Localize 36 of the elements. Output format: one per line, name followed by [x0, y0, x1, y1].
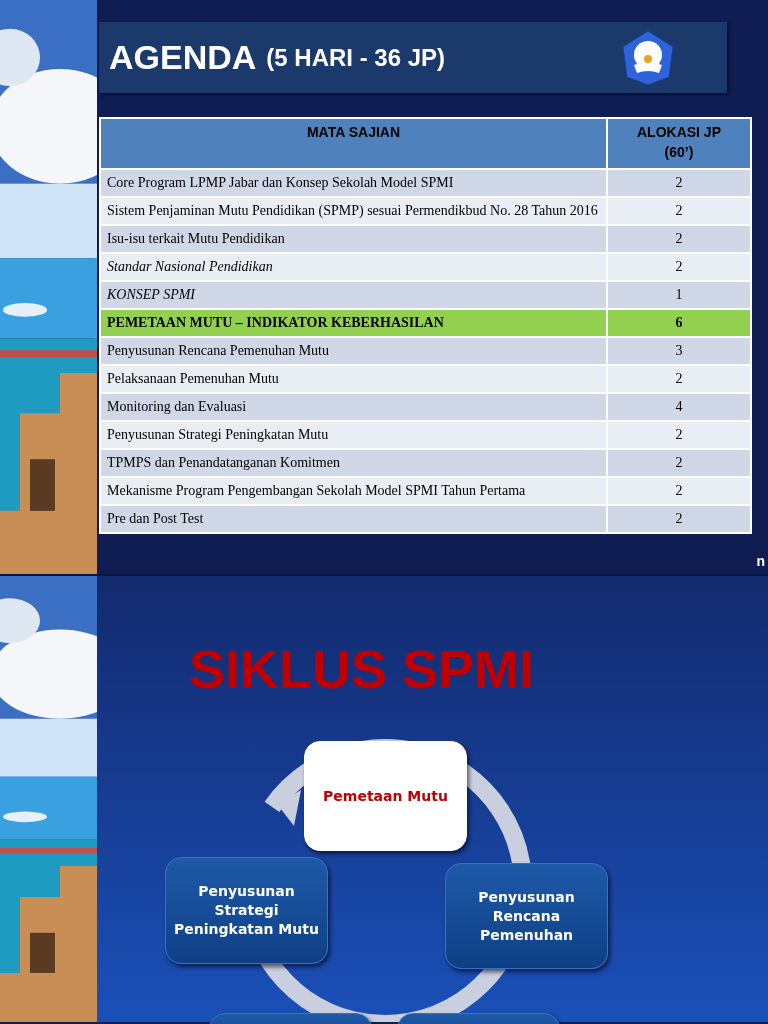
table-cell: 1 [607, 281, 751, 309]
column-header: MATA SAJIAN [100, 118, 607, 169]
table-cell: 2 [607, 225, 751, 253]
table-cell: 2 [607, 253, 751, 281]
cycle-step: Penyusunan Strategi Peningkatan Mutu [165, 857, 328, 964]
table-cell: Pre dan Post Test [100, 505, 607, 533]
table-cell: 2 [607, 477, 751, 505]
table-cell: 2 [607, 365, 751, 393]
table-cell: Penyusunan Rencana Pemenuhan Mutu [100, 337, 607, 365]
column-header: ALOKASI JP (60’) [607, 118, 751, 169]
text-fragment: n [756, 553, 765, 569]
table-cell: 4 [607, 393, 751, 421]
table-cell: 6 [607, 309, 751, 337]
logo-icon [619, 28, 677, 87]
table-cell: PEMETAAN MUTU – INDIKATOR KEBERHASILAN [100, 309, 607, 337]
cycle-step: Pemetaan Mutu [304, 741, 467, 851]
table-cell: 2 [607, 449, 751, 477]
cycle-step: Penyusunan Rencana Pemenuhan [445, 863, 608, 969]
table-cell: Pelaksanaan Pemenuhan Mutu [100, 365, 607, 393]
table-cell: Penyusunan Strategi Peningkatan Mutu [100, 421, 607, 449]
table-cell: Sistem Penjaminan Mutu Pendidikan (SPMP) sesuai Permendikbud No. 28 Tahun 2016 [100, 197, 607, 225]
table-cell: Mekanisme Program Pengembangan Sekolah Model SPMI Tahun Pertama [100, 477, 607, 505]
table-cell: 2 [607, 421, 751, 449]
table-cell: 2 [607, 197, 751, 225]
table-cell: 3 [607, 337, 751, 365]
table-cell: Core Program LPMP Jabar dan Konsep Sekolah Model SPMI [100, 169, 607, 197]
table-cell: 2 [607, 169, 751, 197]
slide-title: AGENDA [109, 38, 257, 77]
slide-title: SIKLUS SPMI [189, 638, 535, 700]
table-cell: TPMPS dan Penandatanganan Komitmen [100, 449, 607, 477]
slide-subtitle: (5 HARI - 36 JP) [266, 43, 446, 72]
table-cell: Isu-isu terkait Mutu Pendidikan [100, 225, 607, 253]
table-cell: Monitoring dan Evaluasi [100, 393, 607, 421]
table-cell: KONSEP SPMI [100, 281, 607, 309]
table-cell: 2 [607, 505, 751, 533]
table-cell: Standar Nasional Pendidikan [100, 253, 607, 281]
